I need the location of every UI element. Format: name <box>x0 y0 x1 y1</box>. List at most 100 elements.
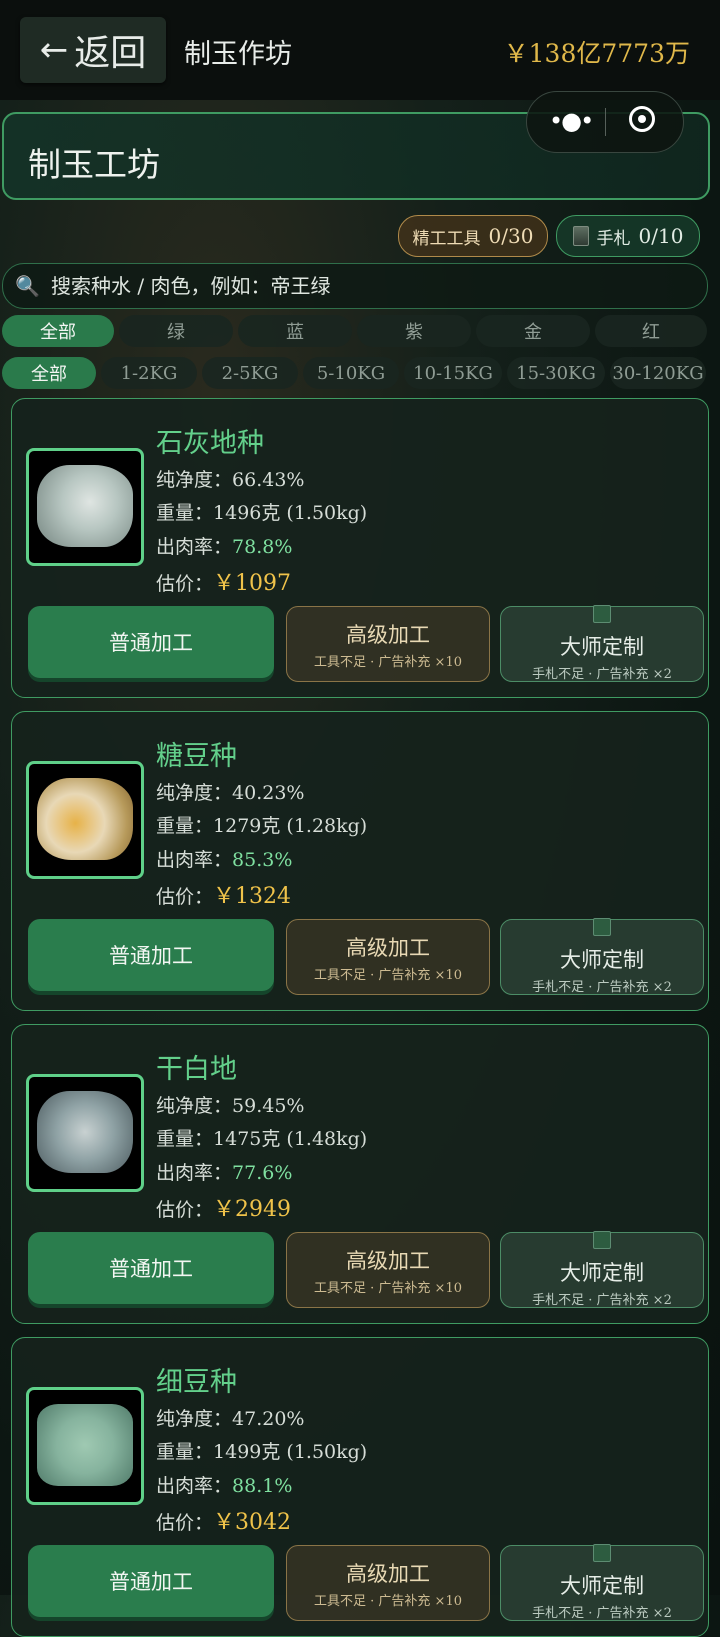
purity-label: 纯净度： <box>156 782 233 804</box>
slip-icon <box>593 1544 611 1562</box>
jade-stone-image <box>37 1404 133 1486</box>
yield-value: 77.6% <box>232 1162 293 1184</box>
normal-process-button[interactable]: 普通加工 <box>28 1232 274 1304</box>
master-custom-button[interactable]: 大师定制 手札不足 · 广告补充 ×2 <box>500 1544 704 1621</box>
purity-value: 59.45% <box>232 1095 305 1117</box>
master-label: 大师定制 <box>560 635 644 659</box>
jade-yield: 出肉率：77.6% <box>156 1158 292 1185</box>
weight-value: 1279克 (1.28kg) <box>213 815 368 837</box>
tools-label: 精工工具 <box>412 228 481 249</box>
weight-filter-row: 全部 1-2KG 2-5KG 5-10KG 10-15KG 15-30KG 30… <box>2 357 706 391</box>
advanced-label: 高级加工 <box>346 623 430 647</box>
weight-label: 重量： <box>156 1441 214 1463</box>
tools-count: 0/30 <box>488 224 534 248</box>
tools-badge[interactable]: 精工工具 0/30 <box>398 215 548 257</box>
price-value: ￥3042 <box>213 1510 292 1535</box>
jade-thumbnail[interactable] <box>26 448 144 566</box>
master-label: 大师定制 <box>560 1261 644 1285</box>
jade-purity: 纯净度：47.20% <box>156 1404 304 1431</box>
normal-process-button[interactable]: 普通加工 <box>28 919 274 991</box>
slips-count: 0/10 <box>638 224 684 248</box>
jade-stone-image <box>37 465 133 547</box>
weight-filter-1-2kg[interactable]: 1-2KG <box>101 357 197 389</box>
jade-item-card: 糖豆种 纯净度：40.23% 重量：1279克 (1.28kg) 出肉率：85.… <box>11 711 709 1011</box>
master-note: 手札不足 · 广告补充 ×2 <box>532 980 672 995</box>
yield-value: 88.1% <box>232 1475 293 1497</box>
more-dots-icon[interactable]: •●• <box>549 107 594 135</box>
advanced-process-button[interactable]: 高级加工 工具不足 · 广告补充 ×10 <box>286 919 490 995</box>
advanced-process-button[interactable]: 高级加工 工具不足 · 广告补充 ×10 <box>286 1545 490 1621</box>
master-label: 大师定制 <box>560 1574 644 1598</box>
weight-filter-10-15kg[interactable]: 10-15KG <box>404 357 502 389</box>
color-filter-red[interactable]: 红 <box>595 315 707 347</box>
advanced-note: 工具不足 · 广告补充 ×10 <box>314 1594 462 1609</box>
jade-thumbnail[interactable] <box>26 1074 144 1192</box>
color-filter-blue[interactable]: 蓝 <box>238 315 352 347</box>
yield-label: 出肉率： <box>156 1162 233 1184</box>
back-label: 返回 <box>74 33 147 74</box>
yield-label: 出肉率： <box>156 536 233 558</box>
master-note: 手札不足 · 广告补充 ×2 <box>532 1606 672 1621</box>
weight-label: 重量： <box>156 815 214 837</box>
jade-purity: 纯净度：59.45% <box>156 1091 304 1118</box>
top-bar: ← 返回 制玉作坊 ￥138亿7773万 <box>0 0 720 100</box>
normal-process-button[interactable]: 普通加工 <box>28 606 274 678</box>
advanced-note: 工具不足 · 广告补充 ×10 <box>314 1281 462 1296</box>
color-filter-green[interactable]: 绿 <box>119 315 233 347</box>
weight-value: 1496克 (1.50kg) <box>213 502 368 524</box>
master-custom-button[interactable]: 大师定制 手札不足 · 广告补充 ×2 <box>500 605 704 682</box>
weight-filter-15-30kg[interactable]: 15-30KG <box>507 357 605 389</box>
advanced-process-button[interactable]: 高级加工 工具不足 · 广告补充 ×10 <box>286 1232 490 1308</box>
weight-filter-all[interactable]: 全部 <box>2 357 96 389</box>
jade-price: 估价：￥1097 <box>156 565 291 597</box>
search-icon: 🔍 <box>15 274 40 298</box>
jade-thumbnail[interactable] <box>26 1387 144 1505</box>
yield-label: 出肉率： <box>156 849 233 871</box>
advanced-label: 高级加工 <box>346 1562 430 1586</box>
weight-label: 重量： <box>156 1128 214 1150</box>
jade-weight: 重量：1496克 (1.50kg) <box>156 498 367 525</box>
weight-filter-5-10kg[interactable]: 5-10KG <box>303 357 399 389</box>
purity-label: 纯净度： <box>156 1095 233 1117</box>
jade-name: 干白地 <box>156 1054 237 1085</box>
color-filter-purple[interactable]: 紫 <box>357 315 471 347</box>
jade-weight: 重量：1279克 (1.28kg) <box>156 811 367 838</box>
jade-price: 估价：￥3042 <box>156 1504 291 1536</box>
purity-value: 66.43% <box>232 469 305 491</box>
slips-badge[interactable]: 手札 0/10 <box>556 215 700 257</box>
master-note: 手札不足 · 广告补充 ×2 <box>532 667 672 682</box>
normal-process-button[interactable]: 普通加工 <box>28 1545 274 1617</box>
purity-value: 40.23% <box>232 782 305 804</box>
back-arrow-icon: ← <box>39 30 69 70</box>
target-icon[interactable] <box>629 106 655 132</box>
color-filter-all[interactable]: 全部 <box>2 315 114 347</box>
advanced-note: 工具不足 · 广告补充 ×10 <box>314 968 462 983</box>
color-filter-row: 全部 绿 蓝 紫 金 红 <box>2 315 712 349</box>
weight-filter-30-120kg[interactable]: 30-120KG <box>610 357 706 389</box>
weight-filter-2-5kg[interactable]: 2-5KG <box>202 357 298 389</box>
jade-stone-image <box>37 778 133 860</box>
master-custom-button[interactable]: 大师定制 手札不足 · 广告补充 ×2 <box>500 1231 704 1308</box>
master-custom-button[interactable]: 大师定制 手札不足 · 广告补充 ×2 <box>500 918 704 995</box>
jade-yield: 出肉率：85.3% <box>156 845 292 872</box>
jade-thumbnail[interactable] <box>26 761 144 879</box>
search-input[interactable] <box>49 273 653 299</box>
jade-item-card: 细豆种 纯净度：47.20% 重量：1499克 (1.50kg) 出肉率：88.… <box>11 1337 709 1637</box>
slips-label: 手札 <box>596 228 631 249</box>
jade-weight: 重量：1475克 (1.48kg) <box>156 1124 367 1151</box>
jade-purity: 纯净度：66.43% <box>156 465 304 492</box>
advanced-note: 工具不足 · 广告补充 ×10 <box>314 655 462 670</box>
purity-label: 纯净度： <box>156 469 233 491</box>
slip-icon <box>593 605 611 623</box>
purity-label: 纯净度： <box>156 1408 233 1430</box>
color-filter-gold[interactable]: 金 <box>476 315 590 347</box>
master-note: 手札不足 · 广告补充 ×2 <box>532 1293 672 1308</box>
back-button[interactable]: ← 返回 <box>20 17 166 83</box>
jade-purity: 纯净度：40.23% <box>156 778 304 805</box>
price-value: ￥1324 <box>213 884 292 909</box>
jade-name: 糖豆种 <box>156 741 237 772</box>
jade-item-card: 石灰地种 纯净度：66.43% 重量：1496克 (1.50kg) 出肉率：78… <box>11 398 709 698</box>
jade-item-card: 干白地 纯净度：59.45% 重量：1475克 (1.48kg) 出肉率：77.… <box>11 1024 709 1324</box>
advanced-process-button[interactable]: 高级加工 工具不足 · 广告补充 ×10 <box>286 606 490 682</box>
jade-price: 估价：￥2949 <box>156 1191 291 1223</box>
